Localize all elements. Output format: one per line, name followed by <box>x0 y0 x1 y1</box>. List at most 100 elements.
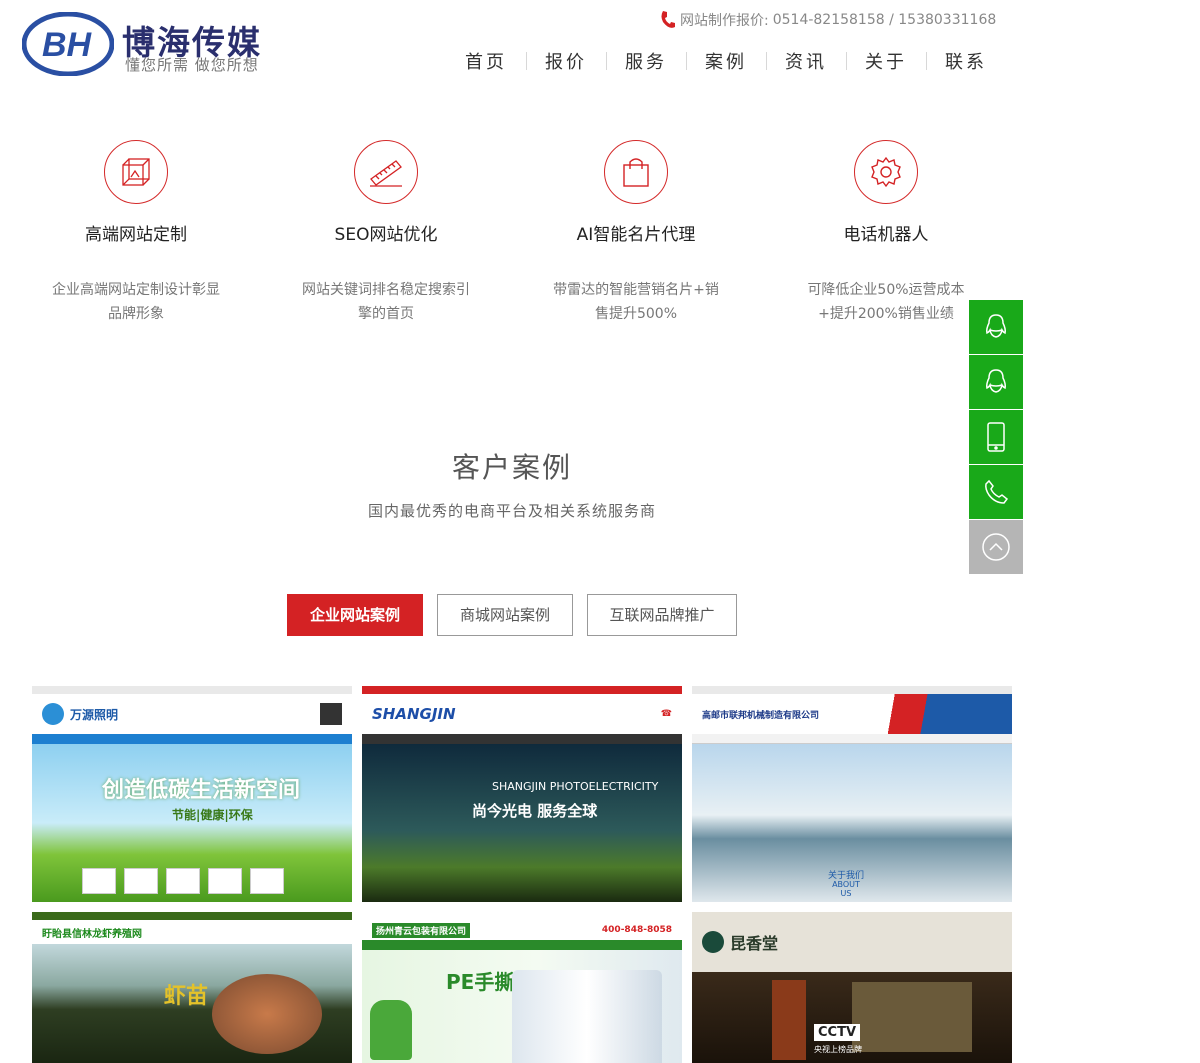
back-to-top-button[interactable] <box>969 520 1023 574</box>
contact-numbers: 0514-82158158 / 15380331168 <box>772 12 997 28</box>
contact-phone: 网站制作报价: 0514-82158158 / 15380331168 <box>660 10 996 30</box>
case-card[interactable]: 盱眙县信林龙虾养殖网 虾苗 <box>32 912 352 1063</box>
wall-certificates <box>852 982 972 1052</box>
case-banner: 虾苗 <box>32 944 352 1063</box>
case-banner-text: 尚今光电 服务全球 <box>472 802 598 820</box>
shrimp-image <box>212 974 322 1054</box>
case-tagline: 节能|健康|环保 <box>172 808 253 822</box>
tab-brand-promotion[interactable]: 互联网品牌推广 <box>587 594 737 636</box>
service-desc: 网站关键词排名稳定搜索引擎的首页 <box>302 282 470 322</box>
nav-services[interactable]: 服务 <box>606 48 686 74</box>
service-title: SEO网站优化 <box>334 225 438 245</box>
service-phone-robot[interactable]: 电话机器人 可降低企业50%运营成本+提升200%销售业绩 <box>786 140 986 326</box>
mobile-icon <box>987 422 1005 452</box>
cube-frame-icon <box>104 140 168 204</box>
tab-shop-sites[interactable]: 商城网站案例 <box>437 594 573 636</box>
phone-button[interactable] <box>969 465 1023 519</box>
case-site-name: 高邮市联邦机械制造有限公司 <box>702 710 820 721</box>
case-banner: 创造低碳生活新空间 节能|健康|环保 <box>32 744 352 902</box>
roll-bag-image <box>512 970 662 1063</box>
case-tagline: ABOUT US <box>832 880 860 898</box>
case-tagline: 央视上榜品牌 <box>814 1045 862 1054</box>
qq-icon <box>986 314 1006 338</box>
contact-label: 网站制作报价: <box>680 13 769 29</box>
case-header: 盱眙县信林龙虾养殖网 <box>32 920 352 944</box>
main-nav: 首页 报价 服务 案例 资讯 关于 联系 <box>446 48 1006 74</box>
service-title: 电话机器人 <box>843 225 929 245</box>
case-header: 扬州青云包装有限公司 400-848-8058 <box>362 920 682 940</box>
case-tagline: 400-848-8058 <box>601 925 672 935</box>
case-card[interactable]: 高邮市联邦机械制造有限公司 关于我们 ABOUT US <box>692 686 1012 902</box>
case-tabs: 企业网站案例 商城网站案例 互联网品牌推广 <box>287 594 751 636</box>
service-desc: 可降低企业50%运营成本+提升200%销售业绩 <box>807 282 965 322</box>
service-title: AI智能名片代理 <box>576 225 696 245</box>
service-seo[interactable]: SEO网站优化 网站关键词排名稳定搜索引擎的首页 <box>286 140 486 326</box>
case-site-name: 万源照明 <box>70 707 119 722</box>
tab-enterprise-sites[interactable]: 企业网站案例 <box>287 594 423 636</box>
case-banner: PE手撕袋 <box>362 950 682 1063</box>
logo-mark-text: BH <box>42 26 93 64</box>
case-banner-text: CCTV <box>814 1024 861 1041</box>
logo-mark-icon: BH <box>22 12 114 76</box>
mobile-button[interactable] <box>969 410 1023 464</box>
case-card[interactable]: 扬州青云包装有限公司 400-848-8058 PE手撕袋 <box>362 912 682 1063</box>
qq-button[interactable] <box>969 300 1023 354</box>
qq-icon <box>986 369 1006 393</box>
case-header: 万源照明 <box>32 694 352 734</box>
service-title: 高端网站定制 <box>85 225 187 245</box>
gear-icon <box>854 140 918 204</box>
case-banner-text: 创造低碳生活新空间 <box>102 778 301 803</box>
thumbs-up-icon <box>370 1000 412 1060</box>
case-header: SHANGJIN ☎ <box>362 694 682 734</box>
qr-code-icon <box>320 703 342 725</box>
nav-contact[interactable]: 联系 <box>926 48 1006 74</box>
service-desc: 企业高端网站定制设计彰显品牌形象 <box>52 282 220 322</box>
nav-about[interactable]: 关于 <box>846 48 926 74</box>
case-site-name: 扬州青云包装有限公司 <box>372 922 471 938</box>
qq-button[interactable] <box>969 355 1023 409</box>
cases-title: 客户案例 <box>451 451 572 484</box>
case-card[interactable]: SHANGJIN ☎ SHANGJIN PHOTOELECTRICITY 尚今光… <box>362 686 682 902</box>
shop-sign <box>772 980 806 1060</box>
case-card[interactable]: 万源照明 创造低碳生活新空间 节能|健康|环保 <box>32 686 352 902</box>
logo[interactable]: BH 博海传媒 懂您所需 做您所想 <box>22 10 262 80</box>
nav-cases[interactable]: 案例 <box>686 48 766 74</box>
service-custom-website[interactable]: 高端网站定制 企业高端网站定制设计彰显品牌形象 <box>36 140 236 326</box>
case-banner: CCTV 央视上榜品牌 <box>692 972 1012 1063</box>
product-thumbs <box>82 868 284 894</box>
nav-news[interactable]: 资讯 <box>766 48 846 74</box>
nav-pricing[interactable]: 报价 <box>526 48 606 74</box>
case-logo-icon <box>42 703 64 725</box>
cases-subtitle: 国内最优秀的电商平台及相关系统服务商 <box>367 502 656 520</box>
case-hotline: ☎ <box>660 709 672 719</box>
brand-slogan: 懂您所需 做您所想 <box>125 56 259 74</box>
case-navbar <box>362 734 682 744</box>
case-card[interactable]: 昆香堂 CCTV 央视上榜品牌 <box>692 912 1012 1063</box>
case-site-name: 盱眙县信林龙虾养殖网 <box>42 928 142 940</box>
case-topbar <box>362 912 682 920</box>
case-site-name: SHANGJIN <box>372 705 456 723</box>
nav-home[interactable]: 首页 <box>446 48 526 74</box>
case-logo-icon <box>702 931 724 953</box>
phone-icon <box>985 479 1009 504</box>
case-header: 昆香堂 <box>692 912 1012 972</box>
phone-handset-icon <box>661 11 675 28</box>
case-tagline: SHANGJIN PHOTOELECTRICITY <box>492 780 659 793</box>
shopping-bag-icon <box>604 140 668 204</box>
case-navbar <box>692 734 1012 744</box>
case-topbar <box>32 686 352 694</box>
back-to-top-icon <box>982 533 1010 561</box>
case-topbar <box>362 686 682 694</box>
case-banner-text: 虾苗 <box>164 984 209 1009</box>
case-header: 高邮市联邦机械制造有限公司 <box>692 694 1012 734</box>
case-topbar <box>692 686 1012 694</box>
case-banner: SHANGJIN PHOTOELECTRICITY 尚今光电 服务全球 <box>362 744 682 902</box>
case-banner: 关于我们 ABOUT US <box>692 744 1012 902</box>
case-navbar <box>32 734 352 744</box>
case-site-name: 昆香堂 <box>730 934 779 953</box>
side-float-bar <box>969 300 1023 575</box>
service-ai-card[interactable]: AI智能名片代理 带雷达的智能营销名片+销售提升500% <box>536 140 736 326</box>
ruler-icon <box>354 140 418 204</box>
case-topbar <box>32 912 352 920</box>
case-navbar <box>362 940 682 950</box>
